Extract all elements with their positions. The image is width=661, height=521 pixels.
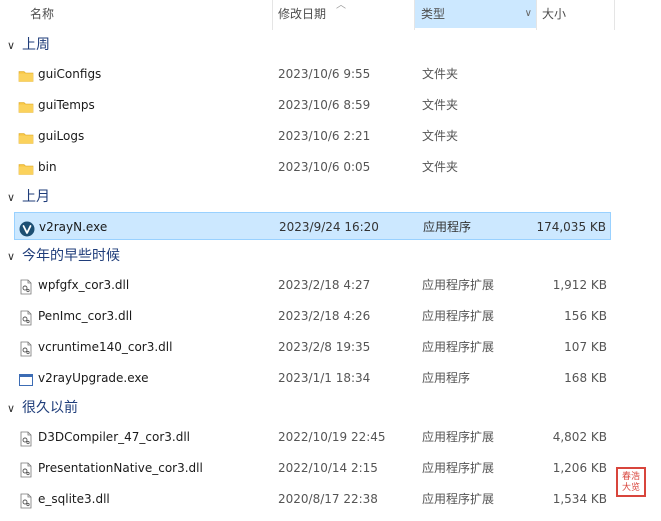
file-row[interactable]: guiConfigs 2023/10/6 9:55 文件夹 [14,60,611,88]
file-date: 2020/8/17 22:38 [278,492,378,506]
seal-stamp: 春浩 大览 [616,467,646,497]
file-date: 2023/10/6 8:59 [278,98,371,112]
column-name[interactable]: 名称 [30,0,270,28]
file-row[interactable]: e_sqlite3.dll 2020/8/17 22:38 应用程序扩展 1,534 … [14,485,611,513]
column-divider[interactable] [614,0,615,30]
file-name: bin [38,160,57,174]
file-type: 应用程序扩展 [422,430,495,444]
group-label: 今年的早些时候 [22,248,120,264]
file-name: v2rayN.exe [39,220,108,234]
file-date: 2023/2/8 19:35 [278,340,371,354]
chevron-down-icon[interactable]: ∨ [0,244,22,270]
file-row[interactable]: wpfgfx_cor3.dll 2023/2/18 4:27 应用程序扩展 1,912… [14,271,611,299]
chevron-down-icon[interactable]: ∨ [0,33,22,59]
dll-file-icon [18,308,34,326]
file-date: 2023/1/1 18:34 [278,371,371,385]
file-name: PresentationNative_cor3.dll [38,461,203,475]
file-row[interactable]: D3DCompiler_47_cor3.dll 2022/10/19 22:45 应… [14,423,611,451]
file-size: 168 KB [564,371,607,385]
file-date: 2023/10/6 0:05 [278,160,371,174]
column-type-label: 类型 [421,7,446,21]
file-type: 应用程序扩展 [422,278,495,292]
group-label: 上周 [22,37,50,53]
column-type[interactable]: 类型 ∨ [415,0,536,28]
file-row[interactable]: v2rayN.exe 2023/9/24 16:20 应用程序 174,035 KB [14,212,611,240]
dll-file-icon [18,491,34,509]
file-type: 应用程序扩展 [422,340,495,354]
file-name: PenImc_cor3.dll [38,309,133,323]
chevron-down-icon[interactable]: ∨ [0,396,22,422]
group-label: 上月 [22,189,50,205]
file-row[interactable]: bin 2023/10/6 0:05 文件夹 [14,153,611,181]
file-size: 156 KB [564,309,607,323]
file-row[interactable]: guiLogs 2023/10/6 2:21 文件夹 [14,122,611,150]
file-name: e_sqlite3.dll [38,492,110,506]
file-type: 应用程序 [422,371,471,385]
group-header[interactable]: ∨ 上月 [0,184,50,210]
file-type: 应用程序扩展 [422,309,495,323]
folder-icon [18,159,34,175]
column-size[interactable]: 大小 [542,0,612,28]
file-type: 文件夹 [422,129,459,143]
file-name: wpfgfx_cor3.dll [38,278,130,292]
file-type: 应用程序 [423,220,472,234]
file-type: 应用程序扩展 [422,492,495,506]
column-divider[interactable] [272,0,273,30]
file-name: vcruntime140_cor3.dll [38,340,173,354]
column-date[interactable]: 修改日期 [278,0,412,28]
file-name: guiTemps [38,98,95,112]
file-type: 应用程序扩展 [422,461,495,475]
file-size: 1,534 KB [552,492,607,506]
group-header[interactable]: ∨ 今年的早些时候 [0,243,120,269]
file-name: guiLogs [38,129,85,143]
dll-file-icon [18,460,34,478]
file-date: 2023/2/18 4:26 [278,309,371,323]
file-date: 2022/10/19 22:45 [278,430,386,444]
folder-icon [18,128,34,144]
folder-icon [18,97,34,113]
file-size: 1,206 KB [552,461,607,475]
group-header[interactable]: ∨ 很久以前 [0,395,78,421]
file-name: v2rayUpgrade.exe [38,371,149,385]
group-label: 很久以前 [22,400,78,416]
file-type: 文件夹 [422,98,459,112]
file-size: 107 KB [564,340,607,354]
v2rayn-app-icon [19,219,35,237]
exe-window-icon [18,370,34,386]
file-size: 4,802 KB [552,430,607,444]
file-type: 文件夹 [422,67,459,81]
file-row[interactable]: v2rayUpgrade.exe 2023/1/1 18:34 应用程序 168 KB [14,364,611,392]
column-divider[interactable] [536,0,537,30]
group-header[interactable]: ∨ 上周 [0,32,50,58]
dll-file-icon [18,339,34,357]
file-date: 2022/10/14 2:15 [278,461,378,475]
chevron-down-icon[interactable]: ∨ [0,185,22,211]
file-row[interactable]: PenImc_cor3.dll 2023/2/18 4:26 应用程序扩展 156 K… [14,302,611,330]
dll-file-icon [18,429,34,447]
file-size: 174,035 KB [536,220,606,234]
file-type: 文件夹 [422,160,459,174]
file-date: 2023/9/24 16:20 [279,220,379,234]
folder-icon [18,66,34,82]
file-name: guiConfigs [38,67,102,81]
chevron-down-icon[interactable]: ∨ [525,0,532,28]
column-header: 名称 ︿ 修改日期 类型 ∨ 大小 [0,0,661,30]
file-date: 2023/10/6 9:55 [278,67,371,81]
file-date: 2023/10/6 2:21 [278,129,371,143]
file-name: D3DCompiler_47_cor3.dll [38,430,191,444]
file-row[interactable]: vcruntime140_cor3.dll 2023/2/8 19:35 应用程序扩… [14,333,611,361]
file-row[interactable]: guiTemps 2023/10/6 8:59 文件夹 [14,91,611,119]
file-date: 2023/2/18 4:27 [278,278,371,292]
dll-file-icon [18,277,34,295]
file-size: 1,912 KB [552,278,607,292]
file-row[interactable]: PresentationNative_cor3.dll 2022/10/14 2:… [14,454,611,482]
